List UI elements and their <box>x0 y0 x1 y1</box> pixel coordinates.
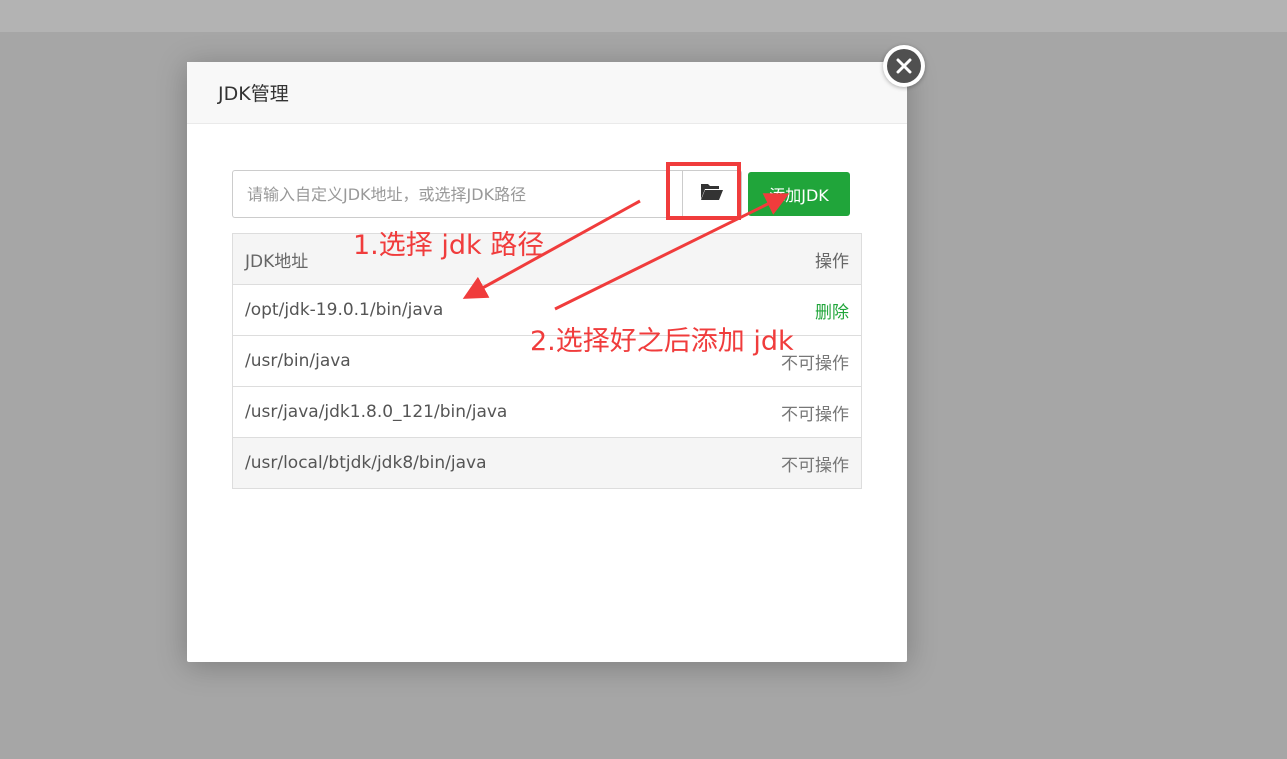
folder-open-icon <box>700 182 724 206</box>
table-row: /usr/local/btjdk/jdk8/bin/java 不可操作 <box>232 437 862 489</box>
operation-disabled-label: 不可操作 <box>781 404 849 425</box>
annotation-step-2: 2.选择好之后添加 jdk <box>530 326 794 357</box>
table-row: /usr/java/jdk1.8.0_121/bin/java 不可操作 <box>232 386 862 438</box>
jdk-table: JDK地址 操作 /opt/jdk-19.0.1/bin/java 删除 /us… <box>232 233 862 489</box>
column-header-operation: 操作 <box>708 233 862 285</box>
select-path-button[interactable] <box>682 170 742 218</box>
delete-link[interactable]: 删除 <box>815 303 849 323</box>
operation-disabled-label: 不可操作 <box>781 455 849 476</box>
close-button[interactable] <box>883 45 925 87</box>
jdk-path-input[interactable] <box>232 170 682 218</box>
top-bar-strip <box>0 0 1287 32</box>
add-jdk-button[interactable]: 添加JDK <box>748 172 850 216</box>
close-icon <box>887 49 921 83</box>
modal-header: JDK管理 <box>187 62 907 124</box>
modal-title: JDK管理 <box>218 83 289 105</box>
annotation-step-1: 1.选择 jdk 路径 <box>353 230 545 261</box>
jdk-path-cell: /usr/local/btjdk/jdk8/bin/java <box>232 437 709 489</box>
table-header-row: JDK地址 操作 <box>232 233 862 285</box>
jdk-path-cell: /usr/java/jdk1.8.0_121/bin/java <box>232 386 709 438</box>
